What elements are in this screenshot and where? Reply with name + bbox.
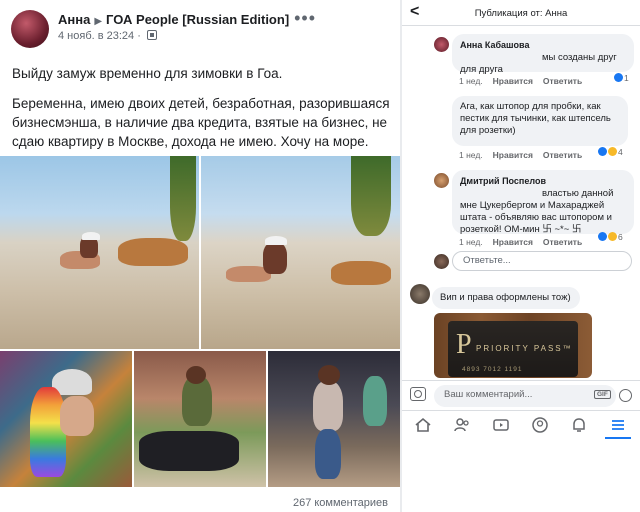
post-meta: 4 нояб. в 23:24 · — [58, 30, 157, 42]
haha-reaction-icon — [608, 147, 617, 156]
priority-pass-photo[interactable]: P PRIORITY PASS™ 4893 7012 1191 — [434, 313, 592, 378]
reaction-number: 4 — [618, 147, 623, 157]
like-reaction-icon — [598, 232, 607, 241]
like-reaction-icon — [598, 147, 607, 156]
comment-bubble: Анна Кабашова мы созданы друг для друга — [452, 34, 634, 75]
reply-link[interactable]: Ответить — [543, 76, 582, 86]
group-name[interactable]: ГОА People [Russian Edition] — [106, 12, 289, 27]
reaction-count[interactable]: 6 — [598, 232, 623, 242]
redacted-text — [460, 188, 542, 196]
reaction-number: 6 — [618, 232, 623, 242]
dancing-photo[interactable] — [268, 351, 400, 487]
facebook-post: Анна ▶ ГОА People [Russian Edition] 4 нояб… — [0, 0, 400, 512]
post-header: Анна ▶ ГОА People [Russian Edition] 4 нояб… — [0, 0, 400, 56]
priority-pass-logo: P — [456, 329, 472, 360]
comment-composer: Ваш комментарий... GIF — [402, 380, 640, 410]
notifications-bell-icon[interactable] — [570, 416, 588, 434]
like-link[interactable]: Нравится — [493, 150, 533, 160]
arrow-right-icon: ▶ — [94, 16, 103, 27]
author-line: Анна ▶ ГОА People [Russian Edition] — [58, 12, 289, 27]
commenter-avatar[interactable] — [434, 37, 449, 52]
like-link[interactable]: Нравится — [493, 76, 533, 86]
scooter-photo[interactable] — [134, 351, 266, 487]
profile-icon[interactable] — [531, 416, 549, 434]
reaction-count[interactable]: 1 — [614, 73, 629, 83]
commenter-avatar[interactable] — [434, 173, 449, 188]
commenter-avatar[interactable] — [410, 284, 430, 304]
camera-icon[interactable] — [410, 387, 426, 401]
reaction-number: 1 — [624, 73, 629, 83]
post-body: Выйду замуж временно для зимовки в Гоа. … — [12, 64, 392, 162]
comment-input[interactable]: Ваш комментарий... — [434, 385, 616, 407]
my-avatar — [434, 254, 449, 269]
redacted-text — [460, 52, 542, 60]
priority-pass-label: PRIORITY PASS™ — [476, 344, 573, 353]
mobile-title: Публикация от: Анна — [474, 8, 568, 19]
comment-bubble: Дмитрий Поспелов властью данной мне Цуке… — [452, 170, 634, 235]
author-avatar[interactable] — [11, 10, 49, 48]
post-timestamp[interactable]: 4 нояб. в 23:24 — [58, 30, 134, 42]
reply-link[interactable]: Ответить — [543, 237, 582, 247]
beach-photo-2[interactable] — [201, 156, 400, 349]
post-paragraph: Беременна, имею двоих детей, безработная… — [12, 96, 390, 149]
haha-reaction-icon — [608, 232, 617, 241]
beach-photo-1[interactable] — [0, 156, 199, 349]
comment-actions: 1 нед. Нравится Ответить — [459, 76, 592, 86]
comment-author[interactable]: Анна Кабашова — [460, 39, 626, 51]
gif-button[interactable]: GIF — [594, 390, 611, 399]
comment-count[interactable]: 267 комментариев — [293, 497, 388, 509]
friends-icon[interactable] — [453, 416, 471, 434]
menu-icon[interactable] — [605, 416, 631, 439]
comment-time: 1 нед. — [459, 150, 483, 160]
mobile-comments-panel: < Публикация от: Анна Анна Кабашова мы с… — [402, 0, 640, 512]
watch-icon[interactable] — [492, 416, 510, 434]
comment-bubble: Вип и права оформлены тож) — [432, 287, 580, 309]
home-icon[interactable] — [414, 416, 432, 434]
privacy-icon — [146, 30, 157, 40]
post-paragraph: Выйду замуж временно для зимовки в Гоа. — [12, 66, 283, 81]
mobile-header: < Публикация от: Анна — [402, 0, 640, 26]
comment-time: 1 нед. — [459, 237, 483, 247]
author-name[interactable]: Анна — [58, 12, 90, 27]
like-reaction-icon — [614, 73, 623, 82]
reply-link[interactable]: Ответить — [543, 150, 582, 160]
comment-time: 1 нед. — [459, 76, 483, 86]
bottom-tab-bar — [402, 410, 640, 439]
comment-text: Ага, как штопор для пробки, как пестик д… — [460, 101, 611, 136]
comment-actions: 1 нед. Нравится Ответить — [459, 237, 592, 247]
reaction-count[interactable]: 4 — [598, 147, 623, 157]
rainbow-hair-photo[interactable] — [0, 351, 132, 487]
comment-actions: 1 нед. Нравится Ответить — [459, 150, 592, 160]
reply-input[interactable]: Ответьте... — [452, 251, 632, 271]
comment-text: Вип и права оформлены тож) — [440, 292, 571, 303]
emoji-icon[interactable] — [619, 389, 632, 402]
like-link[interactable]: Нравится — [493, 237, 533, 247]
priority-pass-code: 4893 7012 1191 — [462, 366, 523, 373]
comment-bubble: Ага, как штопор для пробки, как пестик д… — [452, 96, 628, 146]
more-options-icon[interactable]: ••• — [294, 8, 316, 29]
comment-author[interactable]: Дмитрий Поспелов — [460, 175, 626, 187]
